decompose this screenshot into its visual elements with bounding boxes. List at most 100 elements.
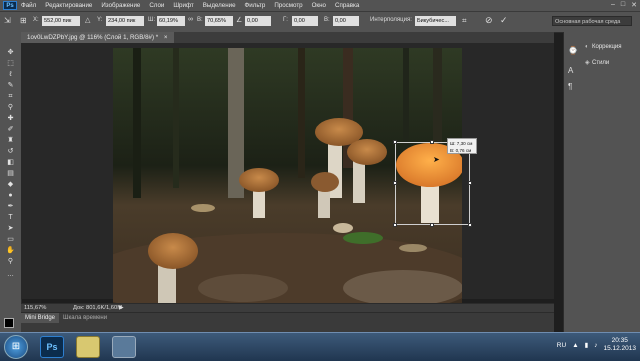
taskbar-notes-icon[interactable] — [76, 336, 100, 358]
blur-tool-icon[interactable]: ◆ — [5, 180, 16, 189]
clock-time: 20:35 — [611, 337, 628, 344]
menu-file[interactable]: Файл — [21, 2, 36, 9]
transform-handle[interactable] — [468, 181, 472, 185]
document-tab[interactable]: 1ov0LwDZPbY.jpg @ 116% (Слой 1, RGB/8#) … — [21, 32, 174, 43]
character-panel-icon[interactable]: A — [568, 66, 573, 75]
menu-select[interactable]: Выделение — [203, 2, 236, 9]
shape-tool-icon[interactable]: ▭ — [5, 235, 16, 244]
x-label: X: — [33, 17, 39, 23]
rotate-angle-icon: ∠ — [236, 17, 243, 24]
panel-item-adjustments[interactable]: ◐ Коррекция — [585, 42, 622, 53]
skew-h-input[interactable]: 0,00 — [292, 16, 318, 26]
status-menu-arrow-icon[interactable]: ▶ — [119, 304, 124, 311]
crop-tool-icon[interactable]: ⌗ — [5, 92, 16, 101]
paragraph-panel-icon[interactable]: ¶ — [568, 82, 572, 91]
tray-arrow-icon[interactable]: ▲ — [572, 342, 578, 349]
height-input[interactable]: 70,65% — [205, 16, 233, 26]
marquee-tool-icon[interactable]: ⬚ — [5, 59, 16, 68]
warp-mode-icon[interactable]: ⌗ — [462, 16, 467, 26]
brush-tool-icon[interactable]: ✐ — [5, 125, 16, 134]
transform-tool-icon: ⇲ — [4, 16, 11, 25]
tab-mini-bridge[interactable]: Mini Bridge — [21, 313, 60, 323]
volume-icon[interactable]: ♪ — [594, 342, 597, 349]
menu-edit[interactable]: Редактирование — [45, 2, 92, 9]
transform-handle[interactable] — [393, 223, 397, 227]
commit-transform-icon[interactable]: ✓ — [500, 15, 508, 26]
move-cursor-icon: ➤ — [433, 155, 440, 164]
right-panel: ◐ Коррекция ◈ Стили — [582, 32, 640, 332]
transform-handle[interactable] — [393, 140, 397, 144]
start-button[interactable]: ⊞ — [4, 335, 28, 359]
panel-item-label: Стили — [592, 60, 610, 66]
menu-view[interactable]: Просмотр — [274, 2, 302, 9]
transform-handle[interactable] — [393, 181, 397, 185]
transform-handle[interactable] — [430, 140, 434, 144]
transform-width-readout: Ш: 7,30 см — [450, 141, 473, 146]
options-bar: ⇲ ⊞ X: 552,00 пик △ Y: 234,00 пик Ш: 60,… — [0, 11, 640, 33]
dodge-tool-icon[interactable]: ● — [5, 191, 16, 200]
panel-dock-strip: ⌚ A ¶ — [563, 32, 583, 332]
menu-image[interactable]: Изображение — [101, 2, 140, 9]
move-tool-icon[interactable]: ✥ — [5, 48, 16, 57]
path-select-tool-icon[interactable]: ➤ — [5, 224, 16, 233]
height-label: В: — [197, 17, 203, 23]
width-input[interactable]: 60,19% — [157, 16, 185, 26]
network-icon[interactable]: ▮ — [585, 341, 589, 349]
interpolation-select[interactable]: Бикубичес... — [415, 16, 456, 26]
hand-tool-icon[interactable]: ✋ — [5, 246, 16, 255]
clock[interactable]: 20:35 15.12.2013 — [603, 337, 636, 353]
tools-panel: ✥ ⬚ ℓ ✎ ⌗ ⚲ ✚ ✐ ♜ ↺ ◧ ▤ ◆ ● ✒ T ➤ ▭ ✋ ⚲ … — [0, 32, 22, 332]
eraser-tool-icon[interactable]: ◧ — [5, 158, 16, 167]
type-tool-icon[interactable]: T — [5, 213, 16, 222]
lasso-tool-icon[interactable]: ℓ — [5, 70, 16, 79]
quick-select-tool-icon[interactable]: ✎ — [5, 81, 16, 90]
taskbar-photoshop-icon[interactable]: Ps — [40, 336, 64, 358]
delta-icon[interactable]: △ — [85, 16, 90, 24]
skew-v-input[interactable]: 0,00 — [333, 16, 359, 26]
link-icon[interactable]: ∞ — [188, 16, 193, 23]
foreground-color-swatch[interactable] — [4, 318, 14, 328]
menu-layers[interactable]: Слои — [149, 2, 164, 9]
bottom-panel: Mini Bridge Шкала времени — [21, 312, 554, 333]
maximize-button[interactable]: □ — [621, 1, 625, 9]
menu-help[interactable]: Справка — [335, 2, 359, 9]
menu-type[interactable]: Шрифт — [173, 2, 193, 9]
more-tools-icon[interactable]: … — [5, 270, 16, 279]
clone-stamp-tool-icon[interactable]: ♜ — [5, 136, 16, 145]
language-indicator[interactable]: RU — [557, 342, 566, 349]
menu-filter[interactable]: Фильтр — [245, 2, 266, 9]
cancel-transform-icon[interactable]: ⊘ — [485, 15, 493, 26]
eyedropper-tool-icon[interactable]: ⚲ — [5, 103, 16, 112]
history-panel-icon[interactable]: ⌚ — [568, 46, 578, 55]
styles-icon: ◈ — [585, 60, 590, 66]
zoom-tool-icon[interactable]: ⚲ — [5, 257, 16, 266]
angle-input[interactable]: 0,00 — [245, 16, 271, 26]
close-tab-icon[interactable]: × — [164, 34, 168, 41]
panel-item-label: Коррекция — [592, 44, 622, 50]
photoshop-logo: Ps — [3, 1, 17, 10]
gradient-tool-icon[interactable]: ▤ — [5, 169, 16, 178]
taskbar-camera-icon[interactable] — [112, 336, 136, 358]
close-window-button[interactable]: ✕ — [631, 1, 637, 9]
minimize-button[interactable]: – — [611, 1, 615, 9]
panel-item-styles[interactable]: ◈ Стили — [585, 58, 609, 69]
history-brush-tool-icon[interactable]: ↺ — [5, 147, 16, 156]
menu-window[interactable]: Окно — [312, 2, 326, 9]
reference-point-icon[interactable]: ⊞ — [20, 16, 27, 25]
windows-taskbar: ⊞ Ps RU ▲ ▮ ♪ 20:35 15.12.2013 — [0, 332, 640, 361]
menu-bar: Ps Файл Редактирование Изображение Слои … — [0, 0, 640, 11]
workspace-select[interactable]: Основная рабочая среда — [552, 16, 632, 26]
healing-brush-tool-icon[interactable]: ✚ — [5, 114, 16, 123]
transform-handle[interactable] — [430, 223, 434, 227]
y-position-input[interactable]: 234,00 пик — [106, 16, 144, 26]
zoom-level[interactable]: 115,67% — [24, 305, 46, 311]
width-label: Ш: — [148, 17, 156, 23]
transform-handle[interactable] — [468, 223, 472, 227]
tab-timeline[interactable]: Шкала времени — [59, 313, 111, 323]
skew-h-label: Г: — [283, 17, 288, 23]
document-tab-title: 1ov0LwDZPbY.jpg @ 116% (Слой 1, RGB/8#) … — [27, 34, 159, 41]
x-position-input[interactable]: 552,00 пик — [42, 16, 80, 26]
document-size: Док: 801,6K/1,60M — [73, 305, 123, 311]
pen-tool-icon[interactable]: ✒ — [5, 202, 16, 211]
interpolation-label: Интерполяция: — [370, 17, 412, 23]
